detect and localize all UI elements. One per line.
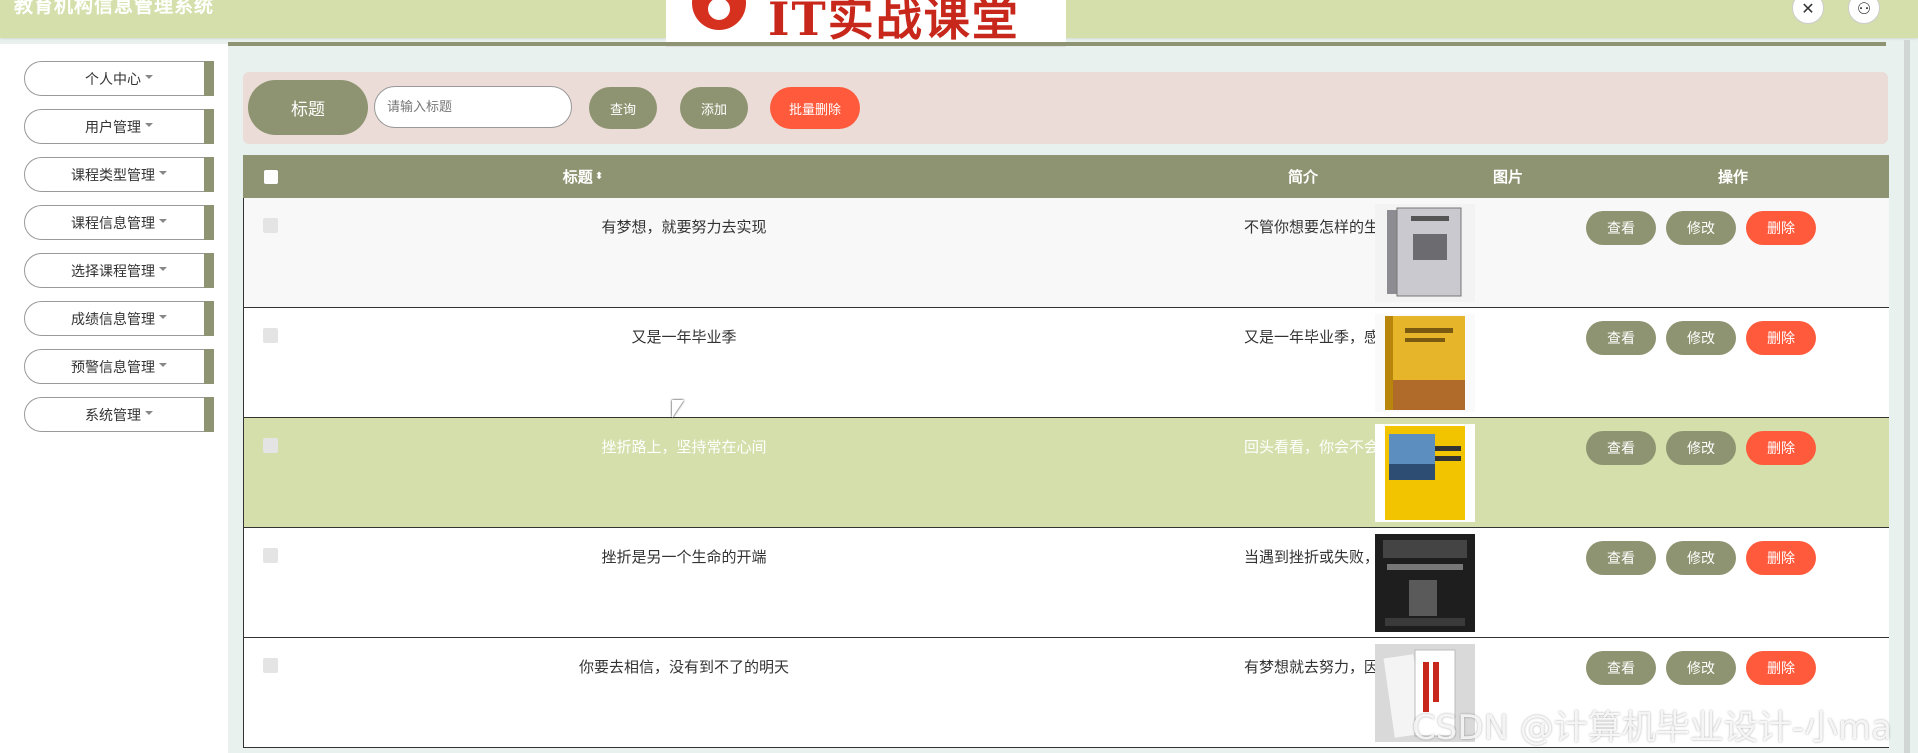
column-header-image: 图片	[1492, 168, 1523, 186]
banner-text: IT实战课堂	[768, 0, 1020, 46]
caret-down-icon	[159, 266, 167, 271]
sidebar-item-course-type[interactable]: 课程类型管理	[24, 157, 214, 192]
table-row: 有梦想，就要努力去实现 不管你想要怎样的生活... 查看 修改 删除	[243, 198, 1889, 308]
view-button[interactable]: 查看	[1586, 651, 1656, 685]
sidebar-item-warnings[interactable]: 预警信息管理	[24, 349, 214, 384]
view-button[interactable]: 查看	[1586, 541, 1656, 575]
header-divider	[228, 42, 1886, 46]
select-all-checkbox[interactable]	[263, 155, 279, 198]
table-header: 标题 ⬍ 简介 图片 操作	[243, 155, 1889, 198]
logo-banner: IT实战课堂	[666, 0, 1066, 47]
sidebar-item-accent	[204, 61, 214, 96]
sort-icon[interactable]: ⬍	[595, 171, 603, 182]
table-row: 挫折是另一个生命的开端 当遇到挫折或失败，你... 查看 修改 删除	[243, 528, 1889, 638]
row-checkbox[interactable]	[263, 328, 278, 343]
sidebar-item-label: 系统管理	[85, 407, 141, 424]
book-cover-image[interactable]	[1375, 424, 1475, 522]
sidebar-item-grades[interactable]: 成绩信息管理	[24, 301, 214, 336]
edit-button[interactable]: 修改	[1666, 321, 1736, 355]
caret-down-icon	[159, 362, 167, 367]
column-header-ops: 操作	[1717, 168, 1748, 186]
sidebar-item-system[interactable]: 系统管理	[24, 397, 214, 432]
sidebar-item-label: 用户管理	[85, 119, 141, 136]
edit-button[interactable]: 修改	[1666, 431, 1736, 465]
edit-button[interactable]: 修改	[1666, 541, 1736, 575]
row-checkbox[interactable]	[263, 548, 278, 563]
view-button[interactable]: 查看	[1586, 431, 1656, 465]
sidebar-item-accent	[204, 109, 214, 144]
row-checkbox[interactable]	[263, 438, 278, 453]
caret-down-icon	[159, 218, 167, 223]
caret-down-icon	[145, 410, 153, 415]
mouse-cursor-icon	[672, 400, 684, 418]
sidebar-item-accent	[204, 157, 214, 192]
query-button[interactable]: 查询	[589, 87, 657, 129]
view-button[interactable]: 查看	[1586, 321, 1656, 355]
user-icon[interactable]: ⚇	[1848, 0, 1880, 24]
delete-button[interactable]: 删除	[1746, 431, 1816, 465]
sidebar-item-label: 选择课程管理	[71, 263, 155, 280]
data-table: 标题 ⬍ 简介 图片 操作 有梦想，就要努力去实现 不管你想要怎样的生活... 查…	[243, 155, 1889, 753]
sidebar: 个人中心 用户管理 课程类型管理 课程信息管理 选择课程管理 成绩信息管理 预警…	[0, 44, 228, 753]
batch-delete-button[interactable]: 批量删除	[770, 87, 860, 129]
table-row: 挫折路上，坚持常在心间 回头看看，你会不会发... 查看 修改 删除	[243, 418, 1889, 528]
sidebar-item-course-selection[interactable]: 选择课程管理	[24, 253, 214, 288]
sidebar-item-accent	[204, 349, 214, 384]
column-header-intro: 简介	[1287, 168, 1318, 186]
sidebar-item-accent	[204, 205, 214, 240]
row-title: 有梦想，就要努力去实现	[601, 218, 767, 236]
column-header-title-label: 标题	[562, 168, 593, 186]
sidebar-item-label: 预警信息管理	[71, 359, 155, 376]
app-title: 教育机构信息管理系统	[14, 0, 215, 17]
sidebar-item-label: 课程信息管理	[71, 215, 155, 232]
sidebar-item-course-info[interactable]: 课程信息管理	[24, 205, 214, 240]
scrollbar[interactable]	[1904, 40, 1910, 753]
row-title: 挫折是另一个生命的开端	[601, 548, 767, 566]
delete-button[interactable]: 删除	[1746, 541, 1816, 575]
sidebar-item-accent	[204, 301, 214, 336]
row-title: 挫折路上，坚持常在心间	[601, 438, 767, 456]
watermark: CSDN @计算机毕业设计-小ma	[1412, 708, 1892, 748]
sidebar-item-label: 课程类型管理	[71, 167, 155, 184]
edit-button[interactable]: 修改	[1666, 651, 1736, 685]
caret-down-icon	[159, 170, 167, 175]
table-row: 又是一年毕业季 又是一年毕业季，感慨... 查看 修改 删除	[243, 308, 1889, 418]
close-icon[interactable]: ✕	[1792, 0, 1824, 24]
caret-down-icon	[159, 314, 167, 319]
book-cover-image[interactable]	[1375, 204, 1475, 302]
search-input[interactable]	[374, 86, 572, 128]
column-header-title[interactable]: 标题 ⬍	[493, 155, 673, 198]
add-button[interactable]: 添加	[680, 87, 748, 129]
edit-button[interactable]: 修改	[1666, 211, 1736, 245]
caret-down-icon	[145, 74, 153, 79]
sidebar-item-label: 成绩信息管理	[71, 311, 155, 328]
book-cover-image[interactable]	[1375, 314, 1475, 412]
sidebar-item-accent	[204, 397, 214, 432]
row-checkbox[interactable]	[263, 658, 278, 673]
search-label: 标题	[248, 80, 368, 135]
delete-button[interactable]: 删除	[1746, 211, 1816, 245]
row-title: 又是一年毕业季	[631, 328, 737, 346]
sidebar-item-accent	[204, 253, 214, 288]
sidebar-item-personal-center[interactable]: 个人中心	[24, 61, 214, 96]
logo-icon	[692, 0, 746, 30]
sidebar-item-user-management[interactable]: 用户管理	[24, 109, 214, 144]
view-button[interactable]: 查看	[1586, 211, 1656, 245]
row-title: 你要去相信，没有到不了的明天	[578, 658, 789, 676]
book-cover-image[interactable]	[1375, 534, 1475, 632]
delete-button[interactable]: 删除	[1746, 651, 1816, 685]
row-checkbox[interactable]	[263, 218, 278, 233]
sidebar-item-label: 个人中心	[85, 71, 141, 88]
delete-button[interactable]: 删除	[1746, 321, 1816, 355]
search-bar: 标题 查询 添加 批量删除	[243, 72, 1888, 144]
caret-down-icon	[145, 122, 153, 127]
